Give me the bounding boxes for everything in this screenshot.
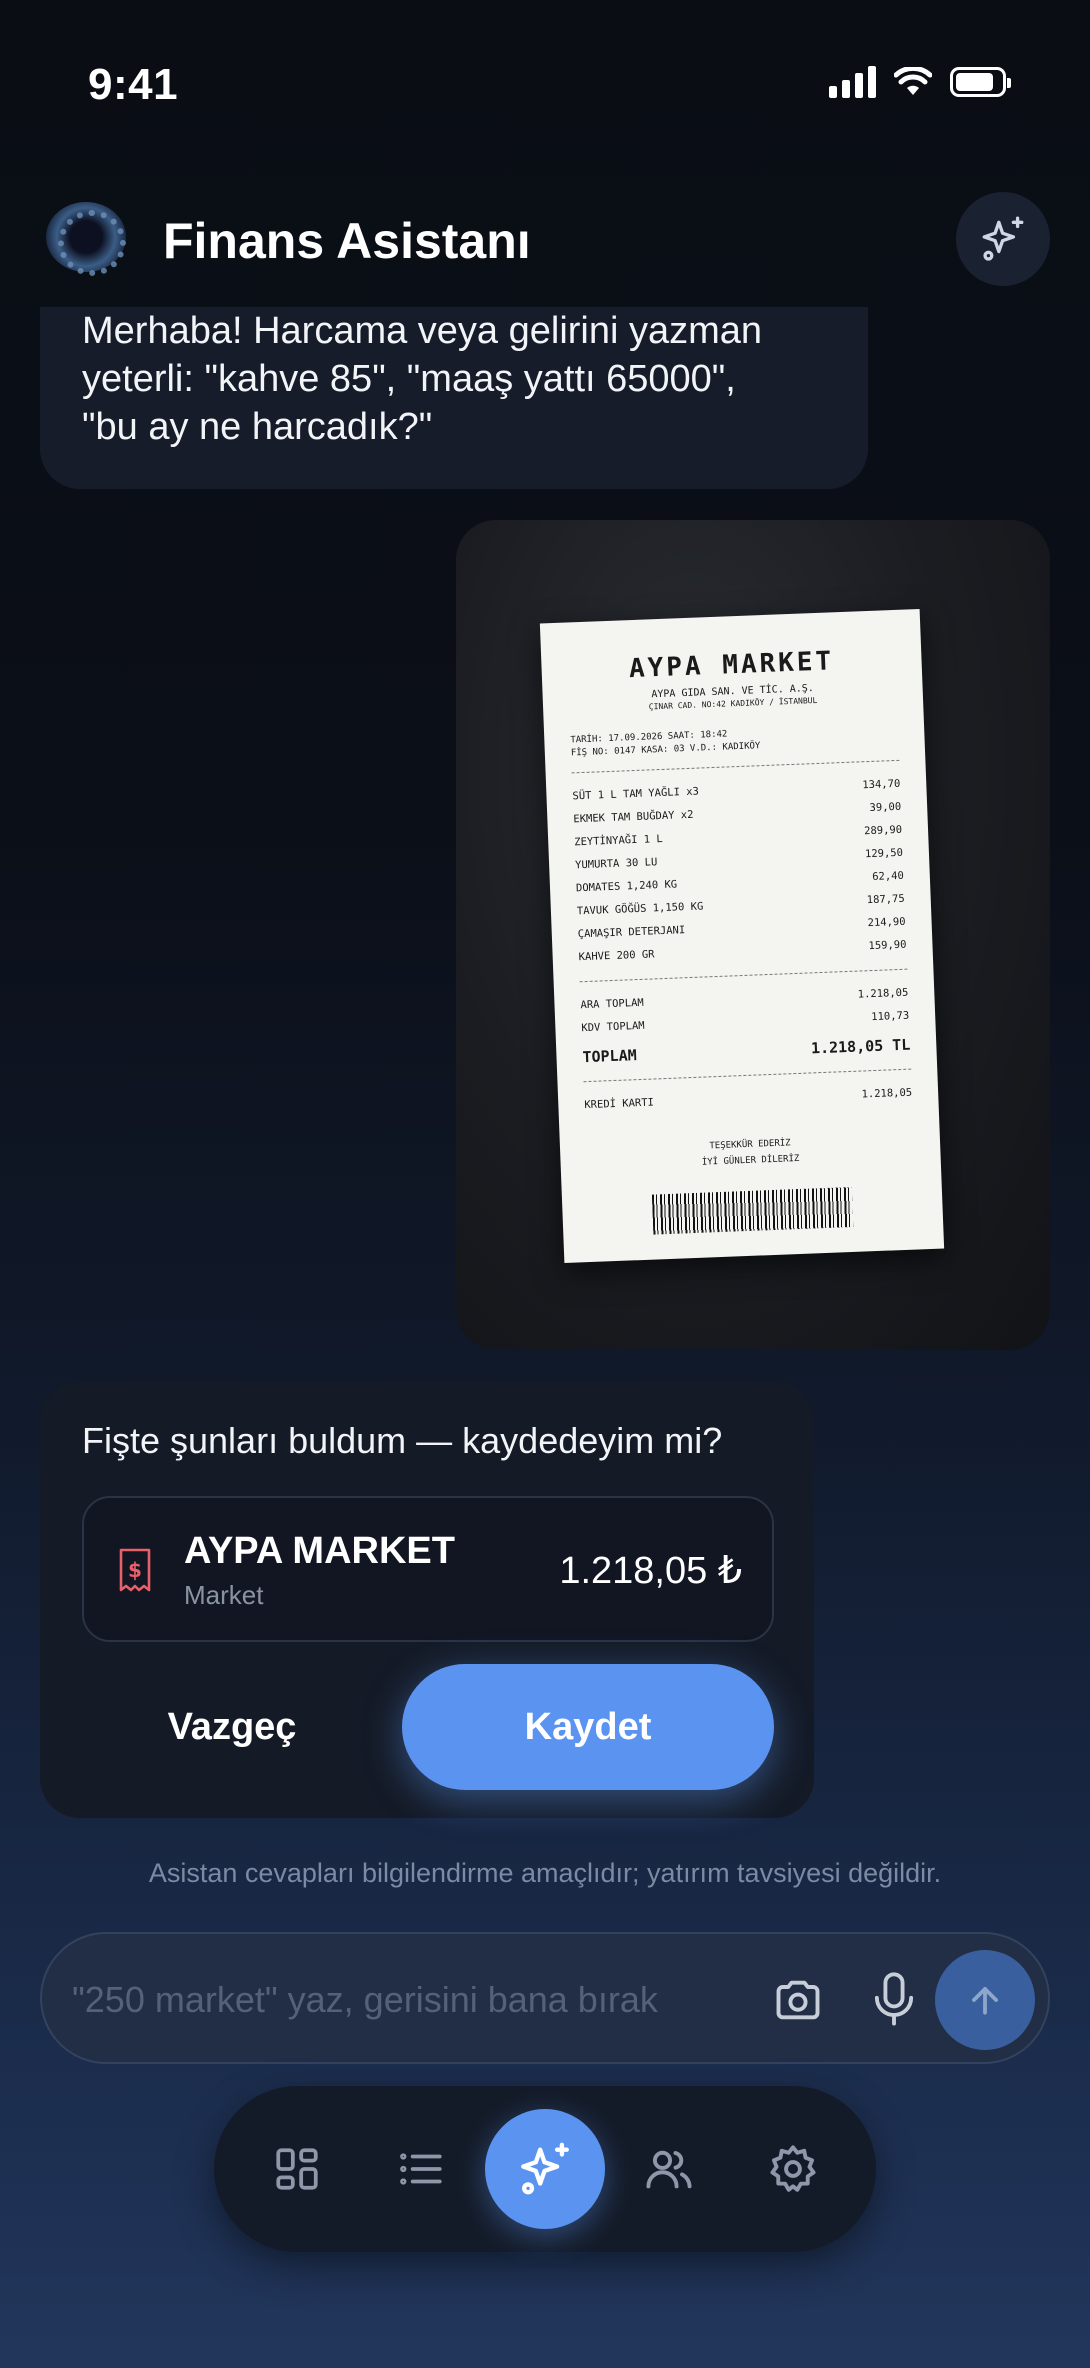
microphone-icon[interactable]: [868, 1970, 920, 2030]
nav-dashboard[interactable]: [262, 2134, 332, 2204]
receipt-icon: $: [119, 1548, 151, 1592]
receipt-items: SÜT 1 L TAM YAĞLI x3 134,70 EKMEK TAM BUĞ…: [572, 773, 907, 969]
camera-icon[interactable]: [772, 1974, 824, 2026]
message-line: Merhaba! Harcama veya gelirini yazman: [82, 310, 763, 352]
transaction-preview[interactable]: $ AYPA MARKET Market 1.218,05 ₺: [82, 1496, 774, 1642]
battery-icon: [950, 67, 1011, 97]
receipt-thanks: TEŞEKKÜR EDERİZ İYİ GÜNLER DİLERİZ: [701, 1138, 800, 1168]
status-bar: 9:41: [0, 0, 1090, 170]
transaction-amount: 1.218,05 ₺: [559, 1550, 742, 1592]
confirm-question: Fişte şunları buldum — kaydedeyim mi?: [82, 1420, 723, 1461]
cancel-button[interactable]: Vazgeç: [82, 1664, 382, 1790]
assistant-message: Merhaba! Harcama veya gelirini yazman ye…: [40, 307, 868, 489]
merchant-name: AYPA MARKET: [184, 1530, 455, 1572]
send-button[interactable]: [935, 1950, 1035, 2050]
merchant-category: Market: [184, 1580, 264, 1610]
status-time: 9:41: [88, 60, 179, 109]
receipt-image: AYPA MARKET AYPA GIDA SAN. VE TİC. A.Ş. …: [539, 608, 945, 1264]
nav-transactions[interactable]: [386, 2134, 456, 2204]
receipt-total: TOPLAM 1.218,05 TL: [582, 1035, 911, 1067]
user-receipt-photo[interactable]: AYPA MARKET AYPA GIDA SAN. VE TİC. A.Ş. …: [456, 520, 1050, 1350]
receipt-payment: KREDİ KARTI 1.218,05: [584, 1086, 913, 1112]
wifi-icon: [894, 67, 932, 95]
sparkle-icon: [982, 216, 1024, 261]
receipt-meta: TARİH: 17.09.2026 SAAT: 18:42 FİŞ NO: 01…: [570, 722, 899, 761]
nav-assistant[interactable]: [485, 2109, 605, 2229]
receipt-store: AYPA MARKET: [628, 646, 835, 685]
signal-icon: [829, 66, 876, 98]
message-composer: [40, 1932, 1050, 2064]
message-line: yeterli: "kahve 85", "maaş yattı 65000",: [82, 358, 736, 400]
message-line: "bu ay ne harcadık?": [82, 406, 433, 448]
status-icons: [829, 66, 1011, 98]
receipt-confirm-card: Fişte şunları buldum — kaydedeyim mi? $ …: [40, 1382, 814, 1818]
users-icon: [646, 2150, 692, 2189]
nav-settings[interactable]: [758, 2134, 828, 2204]
save-button[interactable]: Kaydet: [402, 1664, 774, 1790]
barcode: [651, 1186, 854, 1235]
ai-sparkle-button[interactable]: [956, 192, 1050, 286]
dashboard-icon: [276, 2148, 318, 2190]
message-input[interactable]: [72, 1970, 752, 2030]
assistant-avatar: [46, 202, 126, 276]
arrow-up-icon: [972, 1987, 998, 2015]
sparkle-icon: [521, 2142, 569, 2195]
disclaimer-text: Asistan cevapları bilgilendirme amaçlıdı…: [148, 1858, 942, 1888]
chat-header: Finans Asistanı: [0, 180, 1090, 300]
page-title: Finans Asistanı: [163, 213, 531, 269]
svg-text:$: $: [128, 1558, 142, 1582]
settings-icon: [770, 2145, 816, 2192]
list-icon: [400, 2153, 442, 2185]
bottom-nav: [214, 2086, 876, 2252]
nav-people[interactable]: [634, 2134, 704, 2204]
